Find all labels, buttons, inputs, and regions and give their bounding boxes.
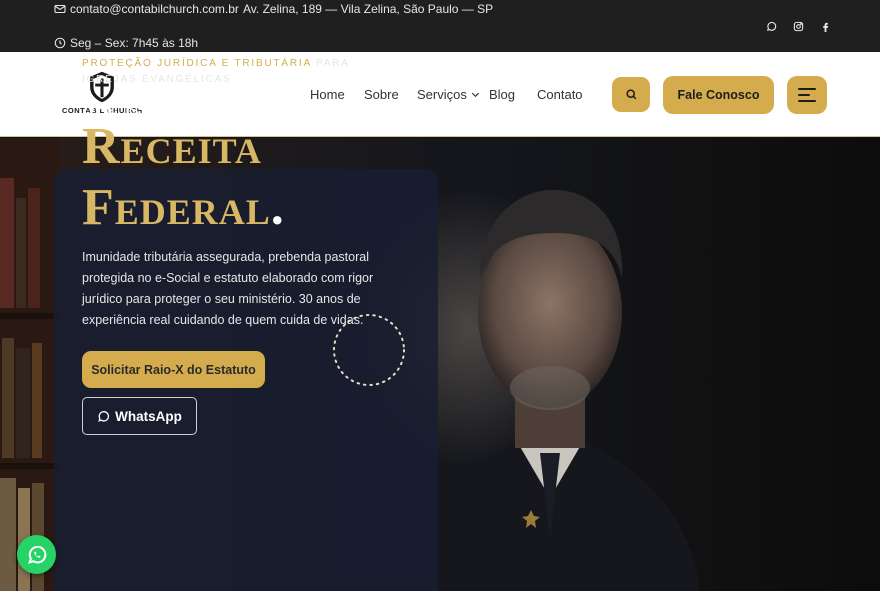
hero-title-line1: Receita [82,118,262,175]
solicitar-raio-x-button[interactable]: Solicitar Raio-X do Estatuto [82,351,265,388]
nav-blog[interactable]: Blog [489,87,515,102]
topbar-hours: Seg – Sex: 7h45 às 18h [54,36,198,50]
hero-kicker: PROTEÇÃO JURÍDICA E TRIBUTÁRIA PARA IGRE… [82,56,402,88]
hamburger-menu-icon [798,88,816,102]
nav-servicos[interactable]: Serviços [417,87,481,102]
dotted-ring-decoration [333,314,405,386]
instagram-icon[interactable] [791,19,805,33]
whatsapp-icon[interactable] [764,19,778,33]
lapel-pin-icon [522,510,540,528]
nav-home-label: Home [310,87,345,102]
facebook-icon[interactable] [818,19,832,33]
whatsapp-button[interactable]: WhatsApp [82,397,197,435]
whatsapp-button-label: WhatsApp [115,408,182,424]
topbar-address: Av. Zelina, 189 — Vila Zelina, São Paulo… [243,2,493,16]
chevron-down-icon [471,92,479,98]
floating-whatsapp-button[interactable] [17,535,56,574]
search-button[interactable] [612,77,650,112]
hero-title-line2: Federal. [82,179,285,237]
topbar-hours-text: Seg – Sex: 7h45 às 18h [70,36,199,50]
topbar-address-text: Av. Zelina, 189 — Vila Zelina, São Paulo… [243,2,494,16]
fale-conosco-button[interactable]: Fale Conosco [663,76,774,114]
search-icon [625,89,636,100]
nav-contato-label: Contato [537,87,583,102]
clock-icon [54,37,66,49]
hero-title-dot: . [270,179,285,236]
menu-button[interactable] [787,76,827,114]
hero-subtitle: Seu escudo diante da [82,94,297,119]
topbar-email-text: contato@contabilchurch.com.br [70,2,239,16]
hero-title-line2-text: Federal [82,179,271,236]
envelope-icon [54,4,66,14]
nav-sobre-label: Sobre [364,87,399,102]
topbar-email[interactable]: contato@contabilchurch.com.br [54,2,239,16]
bookshelf-background [0,138,60,591]
nav-sobre[interactable]: Sobre [364,87,399,102]
nav-home[interactable]: Home [310,87,345,102]
nav-blog-label: Blog [489,87,516,102]
top-bar: contato@contabilchurch.com.br Av. Zelina… [0,0,880,52]
whatsapp-icon [27,545,46,564]
nav-contato[interactable]: Contato [537,87,583,102]
whatsapp-icon [98,410,110,422]
nav-servicos-label: Serviços [417,87,467,102]
hero-kicker-highlight: PROTEÇÃO JURÍDICA E TRIBUTÁRIA [82,58,312,69]
